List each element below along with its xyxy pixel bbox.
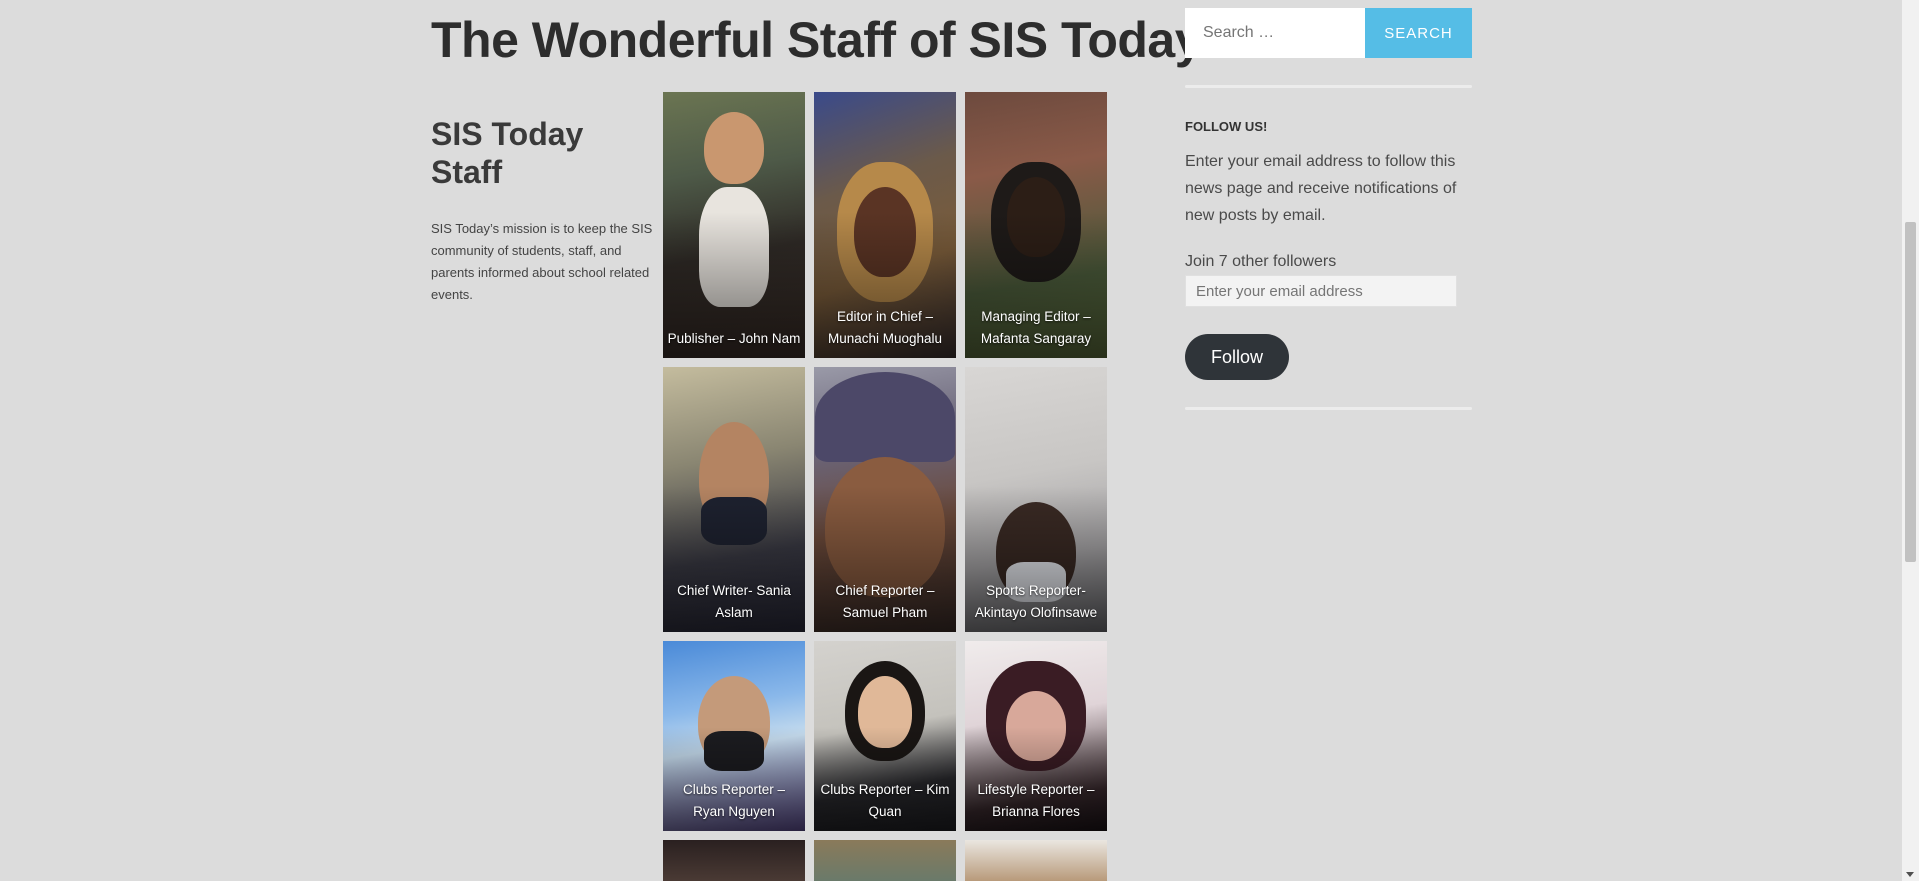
search-form: Search: [1185, 8, 1472, 58]
scrollbar[interactable]: [1902, 0, 1919, 881]
staff-photo[interactable]: Editor in Chief – Munachi Muoghalu: [814, 92, 956, 358]
follow-description: Enter your email address to follow this …: [1185, 153, 1457, 224]
follow-widget: FOLLOW US! Enter your email address to f…: [1185, 119, 1472, 380]
divider: [1185, 407, 1472, 410]
intro-section: SIS Today Staff SIS Today’s mission is t…: [431, 115, 656, 306]
search-button[interactable]: Search: [1365, 8, 1472, 58]
staff-photo[interactable]: Clubs Reporter – Kim Quan: [814, 641, 956, 831]
page-title: The Wonderful Staff of SIS Today: [431, 12, 1203, 68]
staff-photo[interactable]: Chief Writer- Sania Aslam: [663, 367, 805, 632]
scroll-down-icon[interactable]: [1906, 872, 1914, 877]
staff-caption: Clubs Reporter – Kim Quan: [820, 782, 950, 819]
scrollbar-thumb[interactable]: [1905, 222, 1916, 562]
divider: [1185, 85, 1472, 88]
section-heading: SIS Today Staff: [431, 116, 584, 191]
mission-text: SIS Today’s mission is to keep the SIS c…: [431, 220, 653, 302]
staff-caption: Sports Reporter- Akintayo Olofinsawe: [974, 583, 1098, 620]
staff-caption: Chief Writer- Sania Aslam: [677, 583, 791, 620]
staff-caption: Managing Editor – Mafanta Sangaray: [980, 309, 1092, 346]
staff-caption: Editor in Chief – Munachi Muoghalu: [827, 309, 943, 346]
staff-caption: Clubs Reporter – Ryan Nguyen: [682, 782, 786, 819]
staff-photo[interactable]: [663, 840, 805, 881]
staff-photo[interactable]: Publisher – John Nam: [663, 92, 805, 358]
staff-photo[interactable]: Sports Reporter- Akintayo Olofinsawe: [965, 367, 1107, 632]
staff-photo[interactable]: Managing Editor – Mafanta Sangaray: [965, 92, 1107, 358]
staff-caption: Chief Reporter – Samuel Pham: [835, 583, 935, 620]
staff-photo[interactable]: Chief Reporter – Samuel Pham: [814, 367, 956, 632]
staff-photo[interactable]: [814, 840, 956, 881]
staff-photo[interactable]: [965, 840, 1107, 881]
sidebar: Search FOLLOW US! Enter your email addre…: [1185, 8, 1472, 410]
staff-caption: Lifestyle Reporter – Brianna Flores: [977, 782, 1095, 819]
email-field[interactable]: [1185, 275, 1457, 307]
followers-count: Join 7 other followers: [1185, 253, 1337, 270]
staff-photo[interactable]: Clubs Reporter – Ryan Nguyen: [663, 641, 805, 831]
search-input[interactable]: [1185, 8, 1365, 58]
follow-button[interactable]: Follow: [1185, 334, 1289, 380]
staff-photo[interactable]: Lifestyle Reporter – Brianna Flores: [965, 641, 1107, 831]
staff-caption: Publisher – John Nam: [667, 331, 801, 346]
follow-title: FOLLOW US!: [1185, 119, 1268, 134]
